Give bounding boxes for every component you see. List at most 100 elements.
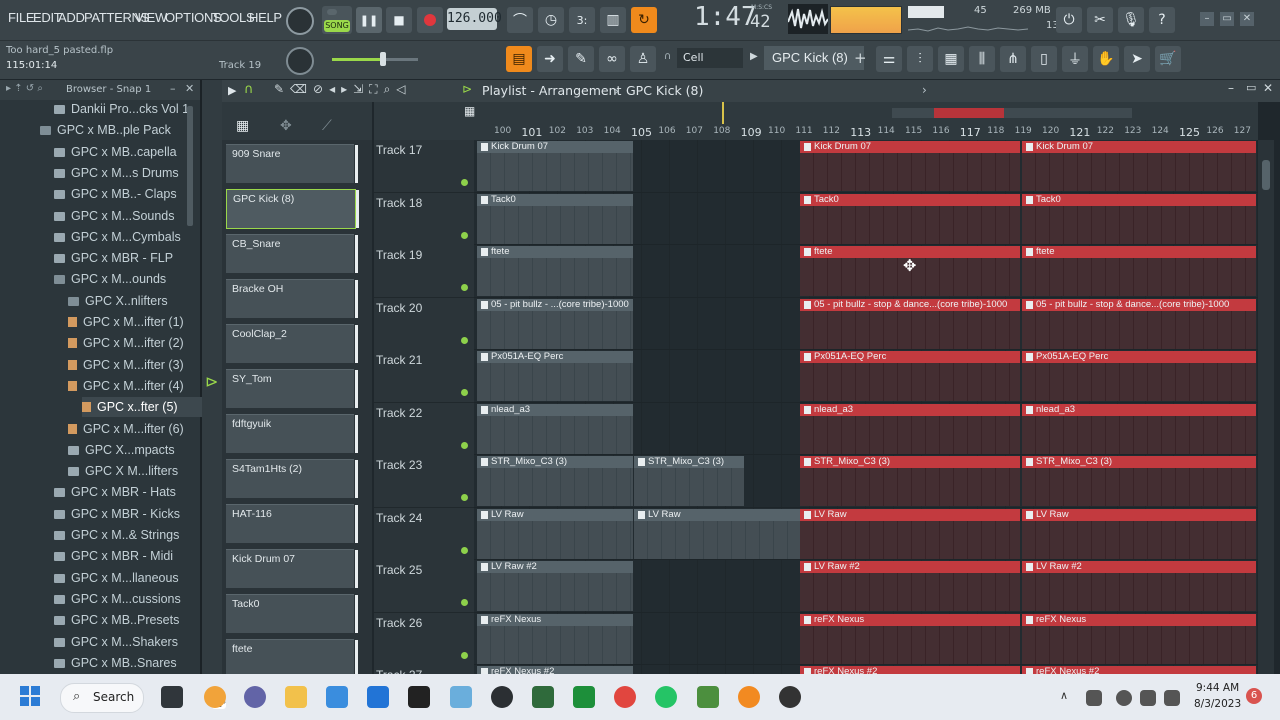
picker-pattern[interactable]: CoolClap_2 xyxy=(226,324,358,363)
browser-item[interactable]: GPC x MB..capella xyxy=(54,142,224,162)
minimize-button[interactable]: – xyxy=(1200,12,1214,26)
store-icon[interactable] xyxy=(367,686,389,708)
picker-pattern[interactable]: GPC Kick (8) xyxy=(226,189,359,229)
pattern-clip[interactable]: Tack0 xyxy=(1022,193,1256,244)
fl-studio-icon[interactable] xyxy=(738,686,760,708)
track-header[interactable]: Track 25 xyxy=(374,560,474,613)
track-mute-led[interactable] xyxy=(461,441,468,449)
playhead-marker[interactable] xyxy=(722,102,724,122)
render-button[interactable]: ➤ xyxy=(1124,46,1150,72)
track-header[interactable]: Track 22 xyxy=(374,402,474,456)
shop-button[interactable]: 🛒 xyxy=(1155,46,1181,72)
close-button[interactable]: ✕ xyxy=(1240,12,1254,26)
pattern-clip[interactable]: nlead_a3 xyxy=(800,403,1020,454)
browser-item[interactable]: GPC x M...cussions xyxy=(54,589,224,609)
mixer-button[interactable]: ⚌ xyxy=(876,46,902,72)
browser-item[interactable]: GPC x M..& Strings xyxy=(54,525,224,545)
song-mode-toggle[interactable]: SONG xyxy=(322,6,352,34)
stop-button[interactable]: ■ xyxy=(386,7,412,33)
browser-item[interactable]: GPC x M...llaneous xyxy=(54,568,224,588)
track-mute-led[interactable] xyxy=(461,651,468,659)
playlist-minimize-icon[interactable]: – xyxy=(1228,81,1234,95)
pattern-clip[interactable]: nlead_a3 xyxy=(477,403,633,454)
track-header[interactable]: Track 20 xyxy=(374,297,474,351)
browser-item[interactable]: GPC x M...Sounds xyxy=(54,206,224,226)
browser-nav-icons[interactable]: ▸ ⇡ ↺ ⌕ xyxy=(6,83,43,94)
browser-item[interactable]: GPC x MB..Snares xyxy=(54,653,224,673)
track-mute-led[interactable] xyxy=(461,546,468,554)
track-header[interactable]: Track 23 xyxy=(374,455,474,508)
tools-button[interactable]: ✂ xyxy=(1087,7,1113,33)
track-header[interactable]: Track 24 xyxy=(374,507,474,561)
browser-minimize-icon[interactable]: – xyxy=(170,82,176,95)
timeline-ruler[interactable]: 100 101 102 103 104 105 106 107 108 109 110 111 112 1… xyxy=(474,124,1258,140)
picker-pattern[interactable]: SY_Tom xyxy=(226,369,358,408)
main-pitch-knob[interactable] xyxy=(286,47,314,75)
pattern-clip[interactable]: Kick Drum 07 xyxy=(1022,141,1256,191)
weather-icon[interactable] xyxy=(204,686,226,708)
playlist-button[interactable]: ▤ xyxy=(506,46,532,72)
playlist-tools-icons[interactable]: ✎⌫⊘◂▸⇲⛶⌕◁ xyxy=(274,82,412,97)
track-header[interactable]: Track 17 xyxy=(374,140,474,193)
track-mute-led[interactable] xyxy=(461,284,468,291)
taskbar-search[interactable]: ⌕ Search xyxy=(60,683,144,713)
pattern-clip[interactable]: reFX Nexus xyxy=(800,613,1020,664)
track-header[interactable]: Track 18 xyxy=(374,192,474,246)
menu-add[interactable]: ADD xyxy=(58,10,85,25)
audio-picker-icon[interactable]: ✥ xyxy=(280,118,292,134)
master-volume-knob[interactable] xyxy=(286,7,314,35)
track-header[interactable]: Track 26 xyxy=(374,612,474,666)
pattern-selector[interactable]: GPC Kick (8) xyxy=(764,46,864,70)
pattern-clip[interactable]: LV Raw #2 xyxy=(477,561,633,611)
playlist-pin-icon[interactable]: › xyxy=(922,83,927,97)
browser-item[interactable]: GPC x MBR - Kicks xyxy=(54,504,224,524)
playlist-close-icon[interactable]: ✕ xyxy=(1263,81,1273,95)
track-mute-led[interactable] xyxy=(461,389,468,396)
monitor-app-icon[interactable] xyxy=(326,686,348,708)
photos-app-icon[interactable] xyxy=(450,686,472,708)
browser-item[interactable]: GPC x MBR - Hats xyxy=(54,482,224,502)
pattern-clip[interactable]: nlead_a3 xyxy=(1022,403,1256,454)
clock-time[interactable]: 9:44 AM xyxy=(1196,682,1239,694)
file-explorer-icon[interactable] xyxy=(285,686,307,708)
pattern-clip[interactable]: 05 - pit bullz - ...(core tribe)-1000 xyxy=(477,298,633,349)
pattern-clip[interactable]: Tack0 xyxy=(477,193,633,244)
brush-button[interactable]: ✎ xyxy=(568,46,594,72)
picker-pattern[interactable]: Kick Drum 07 xyxy=(226,549,358,588)
clock-date[interactable]: 8/3/2023 xyxy=(1194,698,1241,710)
arrow-button[interactable]: ➜ xyxy=(537,46,563,72)
browser-item[interactable]: GPC x M...Cymbals xyxy=(54,227,224,247)
track-mute-led[interactable] xyxy=(461,599,468,606)
pattern-prev-icon[interactable]: ▶ xyxy=(750,51,758,62)
browser-close-icon[interactable]: ✕ xyxy=(185,82,194,95)
browser-item[interactable]: GPC x M...s Drums xyxy=(54,163,224,183)
step-edit-button[interactable]: ▥ xyxy=(600,7,626,33)
pattern-clip[interactable]: LV Raw #2 xyxy=(800,561,1020,611)
media-player-icon[interactable] xyxy=(491,686,513,708)
pattern-clip[interactable]: LV Raw xyxy=(634,508,800,559)
track-mute-led[interactable] xyxy=(461,494,468,501)
menu-tools[interactable]: TOOLS xyxy=(212,10,255,25)
xbox-icon[interactable] xyxy=(573,686,595,708)
track-header[interactable]: Track 21 xyxy=(374,350,474,403)
menu-help[interactable]: HELP xyxy=(249,10,282,25)
magnet-snap-icon[interactable]: ∩ xyxy=(244,82,254,97)
pattern-clip[interactable]: Px051A-EQ Perc xyxy=(1022,351,1256,401)
obs-icon[interactable] xyxy=(779,686,801,708)
vectorworks-icon[interactable] xyxy=(697,686,719,708)
pattern-clip[interactable]: Kick Drum 07 xyxy=(477,141,633,191)
pause-button[interactable]: ❚❚ xyxy=(356,7,382,33)
browser-item[interactable]: Dankii Pro...cks Vol 1 xyxy=(54,99,224,119)
playlist-play-icon[interactable]: ⊳ xyxy=(462,82,472,96)
picker-pattern[interactable]: 909 Snare xyxy=(226,144,358,183)
playlist-maximize-icon[interactable]: ▭ xyxy=(1246,81,1256,94)
maximize-button[interactable]: ▭ xyxy=(1220,12,1234,26)
link-button[interactable]: ∞ xyxy=(599,46,625,72)
notes-app-icon[interactable] xyxy=(408,686,430,708)
channel-rack-button[interactable]: ⫶ xyxy=(907,46,933,72)
browser-button[interactable]: ⋔ xyxy=(1000,46,1026,72)
picker-pattern[interactable]: Tack0 xyxy=(226,594,358,633)
loop-record-button[interactable]: ↻ xyxy=(631,7,657,33)
browser-item[interactable]: GPC x MB..Presets xyxy=(54,610,224,630)
teams-icon[interactable] xyxy=(244,686,266,708)
